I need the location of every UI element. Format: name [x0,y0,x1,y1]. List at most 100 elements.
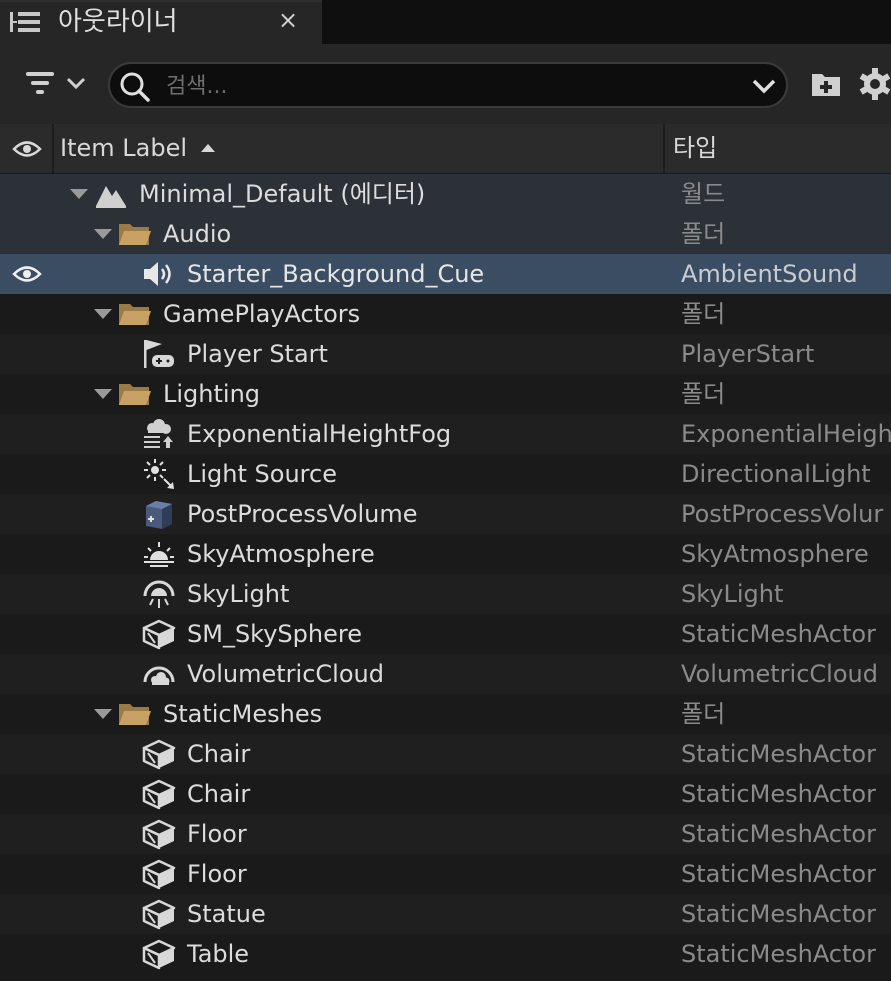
close-icon[interactable]: × [276,6,300,34]
tree-row-type: 폴더 [681,220,726,248]
tab-outliner[interactable]: 아웃라이너 × [0,0,322,44]
search-icon [120,72,150,102]
tree-row-type: StaticMeshActor [681,900,876,928]
tree-row-label: Audio [163,220,232,248]
collapse-arrow-icon[interactable] [94,229,112,239]
tree-row-selected[interactable]: Starter_Background_Cue AmbientSound [0,254,891,294]
tree-row-type: StaticMeshActor [681,620,876,648]
post-process-icon [146,501,172,529]
tree-row-actor[interactable]: Chair StaticMeshActor [0,774,891,814]
tree-row-label: SM_SkySphere [187,620,362,648]
tree-row-label: Starter_Background_Cue [187,260,485,288]
static-mesh-icon [142,939,176,970]
filter-icon[interactable] [20,66,90,102]
tree-row-label: Light Source [187,460,337,488]
sky-atmosphere-icon [144,542,174,567]
collapse-arrow-icon[interactable] [94,309,112,319]
outliner-icon [10,12,40,32]
tree-row-label: Floor [187,860,247,888]
tab-title: 아웃라이너 [58,7,178,37]
item-label-header[interactable]: Item Label [60,132,187,164]
tree-row-type: StaticMeshActor [681,820,876,848]
tree-row-actor[interactable]: SkyLight SkyLight [0,574,891,614]
chevron-down-icon[interactable] [750,74,778,98]
tree-row-label: Floor [187,820,247,848]
sky-light-icon [143,580,175,608]
tree-row-actor[interactable]: PostProcessVolume PostProcessVolur [0,494,891,534]
tree-row-label: Lighting [163,380,261,408]
tree-row-label: Player Start [187,340,328,368]
tree-row-type: AmbientSound [681,260,858,288]
static-mesh-icon [142,819,176,850]
search-input[interactable] [164,68,728,104]
folder-icon [119,224,151,245]
tree-row-actor[interactable]: Statue StaticMeshActor [0,894,891,934]
tree-row-type: DirectionalLight [681,460,871,488]
type-header[interactable]: 타입 [673,132,717,164]
tree-row-folder[interactable]: Lighting 폴더 [0,374,891,414]
tree-row-folder[interactable]: StaticMeshes 폴더 [0,694,891,734]
tree-row-label: ExponentialHeightFog [187,420,452,448]
tree-row-actor[interactable]: Table StaticMeshActor [0,934,891,974]
tree-row-actor[interactable]: VolumetricCloud VolumetricCloud [0,654,891,694]
tree-row-type: 폴더 [681,380,726,408]
cloud-icon [143,666,175,685]
tree-row-type: StaticMeshActor [681,860,876,888]
tree-row-type: StaticMeshActor [681,780,876,808]
static-mesh-icon [142,899,176,930]
tree-row-label: Chair [187,740,251,768]
column-header: Item Label 타입 [0,124,891,174]
tree-row-folder[interactable]: GamePlayActors 폴더 [0,294,891,334]
static-mesh-icon [142,739,176,770]
tree-row-actor[interactable]: Chair StaticMeshActor [0,734,891,774]
static-mesh-icon [142,859,176,890]
collapse-arrow-icon[interactable] [94,709,112,719]
column-divider[interactable] [663,124,665,174]
tree-row-label: Statue [187,900,266,928]
tree-row-actor[interactable]: Light Source DirectionalLight [0,454,891,494]
tree-row-label: Table [187,940,250,968]
world-icon [96,186,126,208]
tree-row-type: SkyLight [681,580,784,608]
static-mesh-icon [142,619,176,650]
tree-row-type: PlayerStart [681,340,815,368]
tree-row-type: 폴더 [681,700,726,728]
collapse-arrow-icon[interactable] [94,389,112,399]
tree-row-label: Chair [187,780,251,808]
tree-row-type: PostProcessVolur [681,500,884,528]
directional-light-icon [144,459,174,489]
column-divider[interactable] [52,124,54,174]
search-box[interactable] [108,62,788,108]
fog-icon [144,419,173,448]
tree-row-label: VolumetricCloud [187,660,384,688]
collapse-arrow-icon[interactable] [70,189,88,199]
tree-row-actor[interactable]: SkyAtmosphere SkyAtmosphere [0,534,891,574]
folder-icon [119,304,151,325]
tree-row-type: 월드 [681,180,726,208]
gear-icon[interactable] [858,66,891,102]
tree-row-actor[interactable]: Player Start PlayerStart [0,334,891,374]
tree-row-label: StaticMeshes [163,700,323,728]
tree-row-actor[interactable]: SM_SkySphere StaticMeshActor [0,614,891,654]
eye-icon[interactable] [12,263,42,285]
sort-ascending-icon[interactable] [200,142,216,154]
tree-row-label: Minimal_Default (에디터) [139,180,426,208]
add-folder-icon[interactable] [810,68,842,100]
static-mesh-icon [142,779,176,810]
tree-row-type: StaticMeshActor [681,940,876,968]
title-bar: 아웃라이너 × [0,0,891,44]
tree-row-folder[interactable]: Audio 폴더 [0,214,891,254]
folder-icon [119,704,151,725]
outliner-tree: Minimal_Default (에디터) 월드 Audio 폴더 Starte… [0,174,891,981]
tree-row-actor[interactable]: Floor StaticMeshActor [0,854,891,894]
tree-row-label: GamePlayActors [163,300,361,328]
tree-row-actor[interactable]: Floor StaticMeshActor [0,814,891,854]
tree-row-type: ExponentialHeigh [681,420,891,448]
tree-row-world[interactable]: Minimal_Default (에디터) 월드 [0,174,891,214]
tree-row-actor[interactable]: ExponentialHeightFog ExponentialHeigh [0,414,891,454]
tree-row-label: SkyAtmosphere [187,540,375,568]
speaker-icon [144,262,171,286]
eye-icon[interactable] [12,138,42,160]
tree-row-label: PostProcessVolume [187,500,418,528]
tree-row-type: StaticMeshActor [681,740,876,768]
